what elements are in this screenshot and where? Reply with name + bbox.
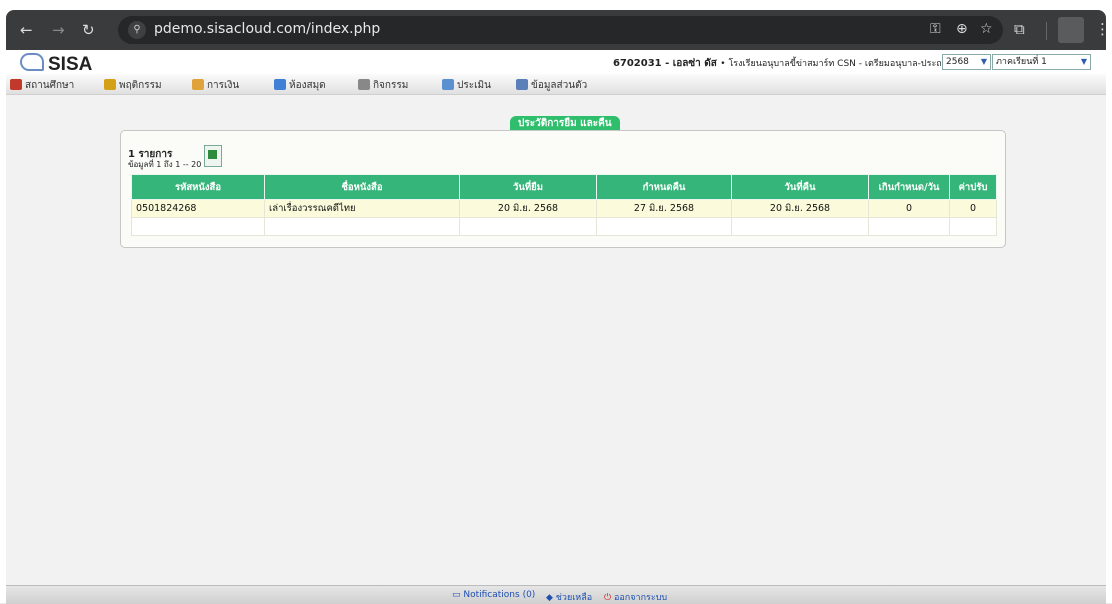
menu-finance[interactable]: การเงิน [192,78,239,93]
back-icon[interactable]: ← [20,21,33,39]
profile-avatar[interactable] [1058,17,1084,43]
tag-icon: ◆ [546,593,556,603]
section-title: ประวัติการยืม และคืน [510,116,620,131]
zoom-icon[interactable]: ⊕ [956,21,968,37]
column-header[interactable]: วันที่คืน [731,174,869,200]
user-id: 6702031 [612,58,662,69]
table-row[interactable]: 0501824268 เล่าเรื่องวรรณคดีไทย 20 มิ.ย.… [131,199,997,218]
help-label: ช่วยเหลือ [555,593,593,603]
empty-cell [264,217,460,236]
empty-cell [949,217,997,236]
menu-label: กิจกรรม [373,80,409,91]
password-key-icon[interactable]: ⚿ [930,21,941,37]
return-date: 20 มิ.ย. 2568 [731,199,869,218]
logout-link[interactable]: ⏻ ออกจากระบบ [604,590,667,604]
main-menu: สถานศึกษา พฤติกรรม การเงิน ห้องสมุด กิจก… [6,74,1106,95]
book-code: 0501824268 [131,199,265,218]
menu-profile[interactable]: ข้อมูลส่วนตัว [516,78,587,93]
borrow-date: 20 มิ.ย. 2568 [459,199,597,218]
menu-label: ประเมิน [457,80,491,91]
site-settings-icon[interactable]: ⚲ [128,21,146,39]
toolbar-divider [1046,22,1047,40]
browser-toolbar: ← → ↻ ⚲ pdemo.sisacloud.com/index.php ⚿ … [6,10,1110,50]
menu-label: ข้อมูลส่วนตัว [531,80,588,91]
url-text[interactable]: pdemo.sisacloud.com/index.php [154,21,380,37]
empty-cell [131,217,265,236]
school-icon [10,79,22,90]
book-title: เล่าเรื่องวรรณคดีไทย [264,199,460,218]
user-info: 6702031 - เอลซ่า ดัส • โรงเรียนอนุบาลขี้… [613,56,978,71]
screen: ← → ↻ ⚲ pdemo.sisacloud.com/index.php ⚿ … [0,0,1112,604]
menu-label: สถานศึกษา [25,80,75,91]
table-header-row: รหัสหนังสือ ชื่อหนังสือ วันที่ยืม กำหนดค… [131,174,997,200]
borrow-table: รหัสหนังสือ ชื่อหนังสือ วันที่ยืม กำหนดค… [131,174,997,236]
power-icon: ⏻ [604,593,614,603]
empty-cell [596,217,732,236]
address-bar[interactable]: ⚲ pdemo.sisacloud.com/index.php ⚿ ⊕ ☆ [118,16,1003,44]
evaluation-icon [442,79,454,90]
borrow-history-panel: 1 รายการ ข้อมูลที่ 1 ถึง 1 -- 20 รหัสหนั… [120,130,1006,248]
overdue-days: 0 [868,199,950,218]
app-header: SISA 6702031 - เอลซ่า ดัส • โรงเรียนอนุบ… [6,50,1106,76]
column-header[interactable]: เกินกำหนด/วัน [868,174,950,200]
column-header[interactable]: กำหนดคืน [596,174,732,200]
bookmark-star-icon[interactable]: ☆ [980,21,993,37]
footer-bar: ▭ Notifications (0) ◆ ช่วยเหลือ ⏻ ออกจาก… [6,585,1106,604]
reload-icon[interactable]: ↻ [82,21,95,39]
year-select[interactable]: 2568 ▼ [942,54,991,70]
extensions-icon[interactable]: ⧉ [1014,20,1025,38]
fine: 0 [949,199,997,218]
profile-icon [516,79,528,90]
excel-export-icon[interactable] [204,145,222,167]
activities-icon [358,79,370,90]
behavior-icon [104,79,116,90]
notifications-label: Notifications (0) [463,590,536,600]
column-header[interactable]: ชื่อหนังสือ [264,174,460,200]
empty-cell [868,217,950,236]
notifications-link[interactable]: ▭ Notifications (0) [452,590,535,600]
menu-library[interactable]: ห้องสมุด [274,78,326,93]
sisa-logo[interactable]: SISA [20,53,92,76]
school-name: • โรงเรียนอนุบาลขี้ข่าสมาร์ท CSN - เตรีย… [720,59,978,69]
empty-cell [731,217,869,236]
menu-label: การเงิน [207,80,240,91]
sisa-bird-icon [20,53,44,71]
forward-icon[interactable]: → [52,21,65,39]
menu-school[interactable]: สถานศึกษา [10,78,74,93]
record-range: ข้อมูลที่ 1 ถึง 1 -- 20 [128,160,202,169]
year-value: 2568 [946,57,969,67]
menu-evaluation[interactable]: ประเมิน [442,78,491,93]
term-select[interactable]: ภาคเรียนที่ 1 ▼ [992,54,1091,70]
term-value: ภาคเรียนที่ 1 [996,57,1047,67]
library-icon [274,79,286,90]
user-name: - เอลซ่า ดัส [661,58,721,69]
chat-bubble-icon: ▭ [452,590,464,600]
finance-icon [192,79,204,90]
menu-label: ห้องสมุด [289,80,326,91]
menu-behavior[interactable]: พฤติกรรม [104,78,162,93]
due-date: 27 มิ.ย. 2568 [596,199,732,218]
menu-activities[interactable]: กิจกรรม [358,78,408,93]
column-header[interactable]: รหัสหนังสือ [131,174,265,200]
chevron-down-icon: ▼ [980,57,987,66]
menu-label: พฤติกรรม [119,80,162,91]
page: SISA 6702031 - เอลซ่า ดัส • โรงเรียนอนุบ… [6,50,1106,604]
help-link[interactable]: ◆ ช่วยเหลือ [546,590,592,604]
browser-menu-icon[interactable]: ⋮ [1095,20,1110,38]
empty-cell [459,217,597,236]
chevron-down-icon: ▼ [1080,57,1087,66]
column-header[interactable]: ค่าปรับ [949,174,997,200]
column-header[interactable]: วันที่ยืม [459,174,597,200]
logout-label: ออกจากระบบ [613,593,668,603]
logo-text: SISA [48,54,93,75]
table-row-empty [131,217,997,236]
